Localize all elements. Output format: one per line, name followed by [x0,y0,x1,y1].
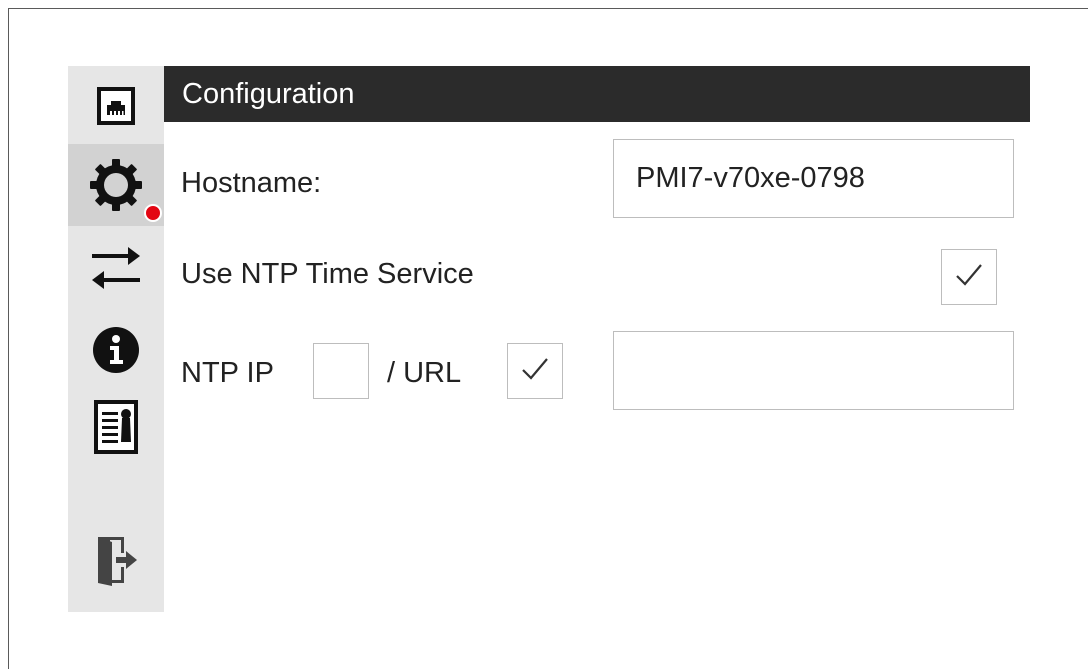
page-title: Configuration [182,78,355,110]
logout-door-icon [94,533,138,587]
sidebar-item-info[interactable] [68,320,164,380]
ntp-service-checkbox[interactable] [941,249,997,305]
ntp-service-label: Use NTP Time Service [181,258,474,290]
ntp-ip-checkbox[interactable] [313,343,369,399]
hostname-input[interactable] [613,139,1014,218]
sidebar-item-logout[interactable] [68,522,164,598]
notification-badge [144,204,162,222]
gear-icon [89,158,143,212]
network-port-icon [97,87,135,125]
sidebar-item-configuration[interactable] [68,144,164,226]
ntp-url-label: / URL [387,357,462,389]
checkmark-icon [520,356,550,387]
ntp-address-input[interactable] [613,331,1014,410]
ntp-ip-label: NTP IP [181,357,274,389]
checkmark-icon [954,262,984,293]
info-icon [92,326,140,374]
hostname-label: Hostname: [181,167,322,199]
certificate-document-icon [94,400,138,454]
sidebar [68,66,164,612]
section-header: Configuration [164,66,1030,122]
transfer-arrows-icon [90,243,142,293]
ntp-url-checkbox[interactable] [507,343,563,399]
sidebar-item-network[interactable] [68,76,164,136]
sidebar-item-license[interactable] [68,390,164,464]
sidebar-item-transfer[interactable] [68,236,164,300]
